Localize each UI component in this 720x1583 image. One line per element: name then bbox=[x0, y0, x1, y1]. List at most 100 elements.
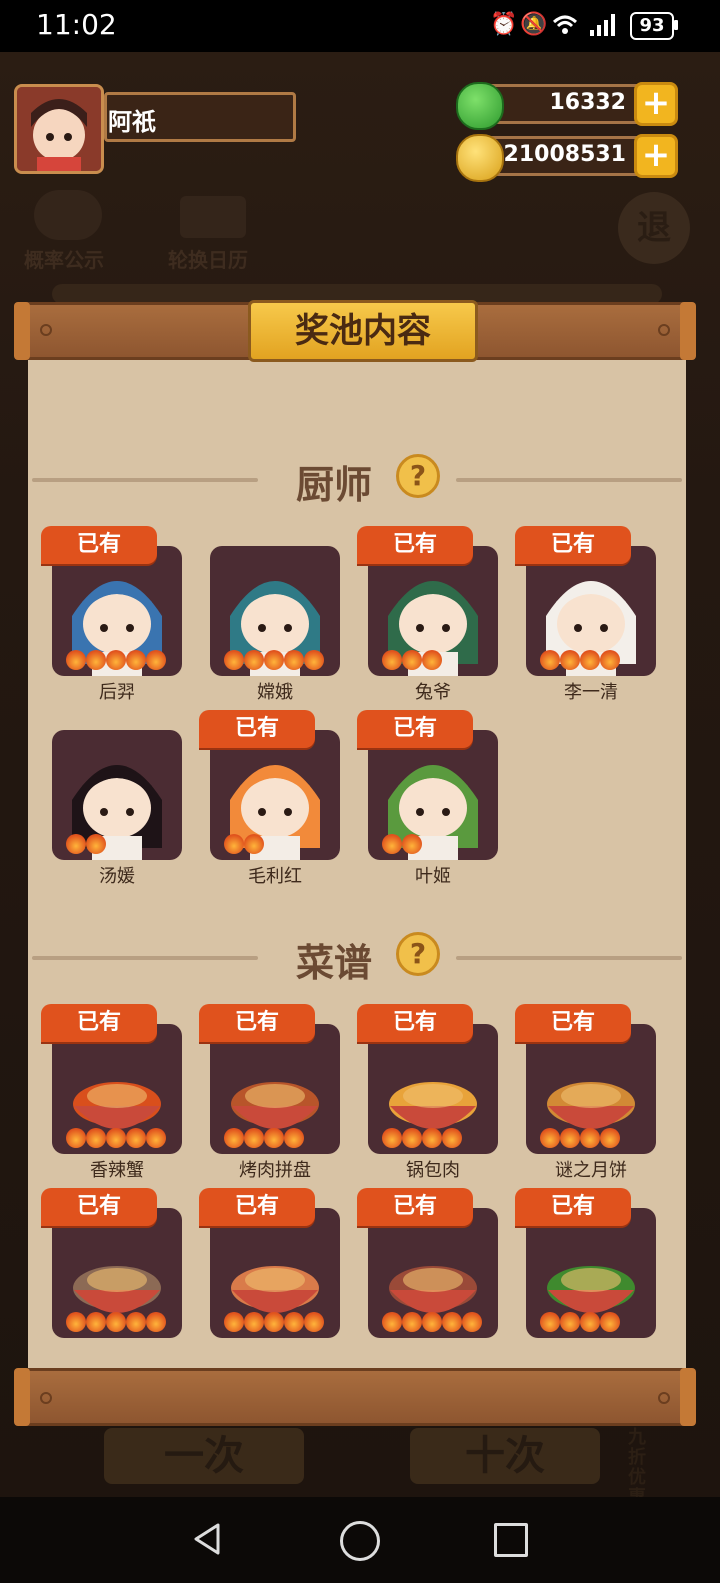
flame-icon bbox=[146, 1312, 166, 1332]
flame-icon bbox=[382, 1128, 402, 1148]
recipe-name: 香辣蟹 bbox=[90, 1160, 144, 1181]
flame-icon bbox=[382, 834, 402, 854]
flame-icon bbox=[126, 650, 146, 670]
flame-icon bbox=[580, 1128, 600, 1148]
star-rating bbox=[66, 650, 166, 670]
flame-icon bbox=[600, 1312, 620, 1332]
draw-ten-button[interactable]: 十次 bbox=[410, 1428, 600, 1484]
owned-badge: 已有 bbox=[515, 1188, 631, 1226]
roll-nail bbox=[658, 324, 670, 336]
section-divider bbox=[456, 478, 682, 482]
flame-icon bbox=[224, 1128, 244, 1148]
recipe-card[interactable] bbox=[52, 1024, 182, 1154]
add-jade-button[interactable]: + bbox=[634, 82, 678, 126]
recipe-card[interactable] bbox=[526, 1024, 656, 1154]
section-divider bbox=[456, 956, 682, 960]
chef-card[interactable] bbox=[210, 730, 340, 860]
star-rating bbox=[382, 650, 442, 670]
flame-icon bbox=[600, 1128, 620, 1148]
battery-indicator: 93 bbox=[630, 12, 674, 40]
star-rating bbox=[540, 1312, 620, 1332]
home-icon[interactable] bbox=[340, 1521, 380, 1561]
flame-icon bbox=[442, 1128, 462, 1148]
flame-icon bbox=[106, 1312, 126, 1332]
flame-icon bbox=[304, 1312, 324, 1332]
flame-icon bbox=[86, 650, 106, 670]
recipe-card[interactable] bbox=[210, 1024, 340, 1154]
owned-badge: 已有 bbox=[515, 1004, 631, 1042]
flame-icon bbox=[580, 1312, 600, 1332]
owned-badge: 已有 bbox=[515, 526, 631, 564]
chef-card[interactable] bbox=[210, 546, 340, 676]
recipe-name: 烤肉拼盘 bbox=[239, 1160, 311, 1181]
owned-badge: 已有 bbox=[357, 526, 473, 564]
bottom-scroll-roll bbox=[14, 1368, 696, 1426]
flame-icon bbox=[66, 650, 86, 670]
flame-icon bbox=[264, 1128, 284, 1148]
chef-name: 叶姬 bbox=[415, 866, 451, 887]
recipes-help-button[interactable]: ? bbox=[396, 932, 440, 976]
flame-icon bbox=[106, 1128, 126, 1148]
exit-button[interactable]: 退 bbox=[618, 192, 690, 264]
flame-icon bbox=[560, 1128, 580, 1148]
chef-card[interactable] bbox=[368, 546, 498, 676]
recipe-card[interactable] bbox=[526, 1208, 656, 1338]
add-coins-button[interactable]: + bbox=[634, 134, 678, 178]
flame-icon bbox=[106, 650, 126, 670]
owned-badge: 已有 bbox=[199, 1188, 315, 1226]
star-rating bbox=[66, 1312, 166, 1332]
flame-icon bbox=[402, 1128, 422, 1148]
star-rating bbox=[224, 650, 324, 670]
recipe-name: 谜之月饼 bbox=[555, 1160, 627, 1181]
back-icon[interactable] bbox=[190, 1522, 224, 1556]
flame-icon bbox=[86, 834, 106, 854]
probability-label[interactable]: 概率公示 bbox=[24, 244, 104, 273]
chefs-section-title: 厨师 bbox=[296, 463, 373, 507]
star-rating bbox=[66, 834, 106, 854]
chef-name: 李一清 bbox=[564, 682, 618, 703]
chef-card[interactable] bbox=[52, 730, 182, 860]
percent-icon[interactable] bbox=[34, 190, 102, 240]
roll-cap-left bbox=[14, 302, 30, 360]
player-avatar[interactable] bbox=[14, 84, 104, 174]
chefs-help-button[interactable]: ? bbox=[396, 454, 440, 498]
recipe-card[interactable] bbox=[210, 1208, 340, 1338]
star-rating bbox=[224, 834, 264, 854]
calendar-icon[interactable] bbox=[180, 196, 246, 238]
flame-icon bbox=[402, 1312, 422, 1332]
flame-icon bbox=[422, 1128, 442, 1148]
flame-icon bbox=[284, 650, 304, 670]
flame-icon bbox=[462, 1312, 482, 1332]
flame-icon bbox=[224, 1312, 244, 1332]
owned-badge: 已有 bbox=[199, 1004, 315, 1042]
flame-icon bbox=[66, 1128, 86, 1148]
flame-icon bbox=[382, 1312, 402, 1332]
star-rating bbox=[224, 1312, 324, 1332]
recipe-card[interactable] bbox=[52, 1208, 182, 1338]
chef-card[interactable] bbox=[526, 546, 656, 676]
flame-icon bbox=[402, 834, 422, 854]
flame-icon bbox=[244, 1128, 264, 1148]
chef-card[interactable] bbox=[52, 546, 182, 676]
chef-name: 汤媛 bbox=[99, 866, 135, 887]
star-rating bbox=[382, 834, 422, 854]
chef-card[interactable] bbox=[368, 730, 498, 860]
chef-name: 毛利红 bbox=[248, 866, 302, 887]
player-name: 阿祇 bbox=[108, 108, 156, 136]
flame-icon bbox=[264, 1312, 284, 1332]
status-time: 11:02 bbox=[36, 8, 117, 41]
recipe-card[interactable] bbox=[368, 1024, 498, 1154]
owned-badge: 已有 bbox=[357, 710, 473, 748]
flame-icon bbox=[600, 650, 620, 670]
flame-icon bbox=[442, 1312, 462, 1332]
recent-apps-icon[interactable] bbox=[494, 1523, 528, 1557]
flame-icon bbox=[422, 1312, 442, 1332]
flame-icon bbox=[126, 1312, 146, 1332]
flame-icon bbox=[540, 1312, 560, 1332]
draw-once-button[interactable]: 一次 bbox=[104, 1428, 304, 1484]
flame-icon bbox=[244, 650, 264, 670]
calendar-label[interactable]: 轮换日历 bbox=[168, 244, 248, 273]
owned-badge: 已有 bbox=[41, 1188, 157, 1226]
flame-icon bbox=[224, 650, 244, 670]
recipe-card[interactable] bbox=[368, 1208, 498, 1338]
